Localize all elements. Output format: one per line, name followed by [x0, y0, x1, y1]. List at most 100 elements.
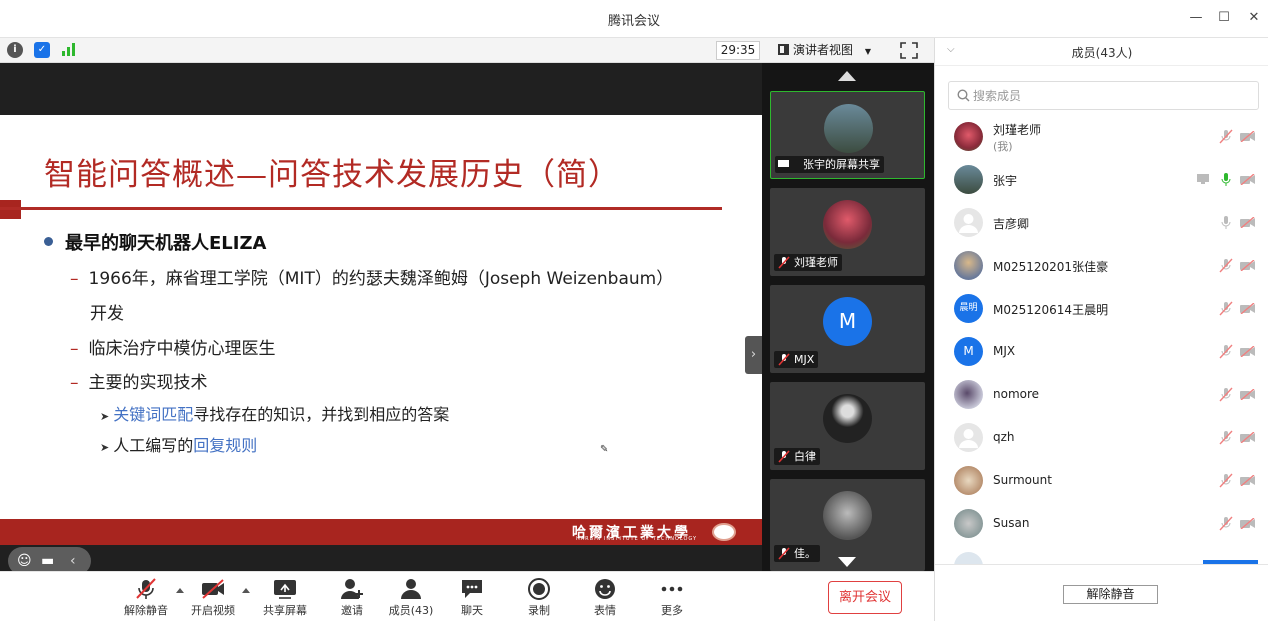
meeting-window: 腾讯会议 — ☐ ✕ i ✓ 29:35 演讲者视图 ▼ 智能问答概述—问答技术…: [0, 0, 1268, 621]
avatar: [954, 552, 983, 564]
share-screen-button[interactable]: 共享屏幕: [255, 578, 315, 618]
member-name: qzh: [993, 430, 1015, 444]
video-tile[interactable]: 刘瑾老师: [770, 188, 925, 276]
camera-off-icon[interactable]: [1240, 260, 1255, 271]
smile-icon: [595, 579, 615, 599]
main-area: i ✓ 29:35 演讲者视图 ▼ 智能问答概述—问答技术发展历史（简） 最早的…: [0, 38, 934, 575]
chevron-down-icon: ▼: [864, 47, 871, 56]
avatar: [954, 122, 983, 151]
member-row[interactable]: 张宇: [935, 159, 1268, 202]
member-sub: (我): [993, 140, 1013, 153]
sub-bullet-1-line2: 开发: [90, 304, 124, 324]
unmute-button[interactable]: 解除静音: [116, 578, 176, 618]
school-name-en: HARBIN INSTITUTE OF TECHNOLOGY: [576, 536, 698, 542]
sub-sub-bullet-1: ➤ 关键词匹配寻找存在的知识，并找到相应的答案: [100, 405, 450, 424]
sub-bullet-2: – 临床治疗中模仿心理医生: [70, 339, 276, 359]
avatar: [954, 466, 983, 495]
camera-off-icon[interactable]: [1240, 432, 1255, 443]
sub-bullet-3: – 主要的实现技术: [70, 373, 208, 393]
member-row[interactable]: M MJX: [935, 331, 1268, 374]
sub-sub-bullet-1-rest: 寻找存在的知识，并找到相应的答案: [193, 405, 450, 424]
shield-icon[interactable]: ✓: [34, 42, 50, 58]
meeting-timer: 29:35: [716, 41, 760, 60]
video-label: 佳。: [774, 545, 820, 562]
invite-button[interactable]: 邀请: [322, 578, 382, 618]
member-row[interactable]: nomore: [935, 374, 1268, 417]
emoji-button[interactable]: 表情: [575, 578, 635, 618]
mic-muted-icon[interactable]: [1219, 344, 1233, 359]
mic-muted-icon[interactable]: [1219, 473, 1233, 488]
video-label: 刘瑾老师: [774, 254, 842, 271]
video-tile[interactable]: 白律: [770, 382, 925, 470]
main-bullet-text: 最早的聊天机器人ELIZA: [65, 233, 267, 254]
avatar: [954, 208, 983, 237]
sub-bullet-1: –1966年，麻省理工学院（MIT）的约瑟夫魏泽鲍姆（Joseph Weizen…: [70, 269, 674, 289]
start-video-button[interactable]: 开启视频: [183, 578, 243, 618]
view-selector[interactable]: 演讲者视图 ▼: [778, 41, 871, 60]
signal-icon[interactable]: [62, 43, 76, 56]
mic-on-icon[interactable]: [1219, 172, 1233, 187]
member-row[interactable]: Susan: [935, 503, 1268, 546]
info-icon[interactable]: i: [7, 42, 23, 58]
minimize-button[interactable]: —: [1186, 8, 1206, 28]
mic-muted-icon[interactable]: [1219, 301, 1233, 316]
mic-muted-icon: [778, 353, 790, 366]
member-row[interactable]: M025120201张佳豪: [935, 245, 1268, 288]
mic-muted-icon[interactable]: [1219, 387, 1233, 402]
camera-off-icon[interactable]: [1240, 475, 1255, 486]
more-button[interactable]: 更多: [642, 578, 702, 618]
camera-off-icon[interactable]: [1240, 346, 1255, 357]
avatar: [823, 200, 872, 249]
leave-meeting-button[interactable]: 离开会议: [828, 581, 902, 614]
members-button[interactable]: 成员(43): [381, 578, 441, 618]
member-row[interactable]: 吉彦卿: [935, 202, 1268, 245]
chat-bubble-icon[interactable]: ▬: [41, 553, 54, 569]
video-tile[interactable]: 张宇的屏幕共享: [770, 91, 925, 179]
close-button[interactable]: ✕: [1244, 8, 1264, 28]
keyword-match-text: 关键词匹配: [113, 405, 194, 424]
chevron-left-icon[interactable]: ‹: [70, 553, 76, 569]
mic-muted-icon[interactable]: [1219, 430, 1233, 445]
member-name: 刘瑾老师: [993, 123, 1042, 137]
member-row[interactable]: qzh: [935, 417, 1268, 460]
camera-off-icon[interactable]: [1240, 217, 1255, 228]
camera-off-icon[interactable]: [1240, 389, 1255, 400]
video-tile[interactable]: M MJX: [770, 285, 925, 373]
slide-title: 智能问答概述—问答技术发展历史（简）: [44, 157, 620, 193]
expand-sidebar-button[interactable]: ›: [745, 336, 762, 374]
unmute-all-button[interactable]: 解除静音: [1063, 585, 1158, 604]
member-row[interactable]: 晨明 M025120614王晨明: [935, 288, 1268, 331]
member-row[interactable]: 刘瑾老师 (我): [935, 116, 1268, 159]
camera-off-icon[interactable]: [1240, 131, 1255, 142]
record-icon: [528, 578, 550, 600]
smile-icon[interactable]: ☺: [17, 553, 32, 569]
mic-muted-icon[interactable]: [1219, 516, 1233, 531]
member-row[interactable]: Surmount: [935, 460, 1268, 503]
fullscreen-icon[interactable]: [900, 42, 918, 59]
mic-muted-icon: [136, 578, 156, 599]
avatar: [954, 423, 983, 452]
mic-muted-icon[interactable]: [1219, 258, 1233, 273]
search-input[interactable]: [973, 86, 1253, 106]
chat-button[interactable]: 聊天: [442, 578, 502, 618]
camera-off-icon[interactable]: [1240, 303, 1255, 314]
record-button[interactable]: 录制: [509, 578, 569, 618]
scroll-down-icon[interactable]: [838, 557, 856, 567]
mic-icon[interactable]: [1219, 215, 1233, 230]
sub-bullet-3-text: 主要的实现技术: [88, 373, 208, 393]
video-options-caret[interactable]: [242, 588, 250, 593]
reply-rules-text: 回复规则: [193, 436, 258, 455]
member-search[interactable]: [948, 81, 1259, 110]
video-label: 张宇的屏幕共享: [775, 156, 884, 173]
camera-off-icon[interactable]: [1240, 174, 1255, 185]
video-label: 白律: [774, 448, 820, 465]
mic-muted-icon: [778, 450, 790, 463]
camera-off-icon[interactable]: [1240, 518, 1255, 529]
main-bullet: 最早的聊天机器人ELIZA: [44, 229, 266, 255]
sub-sub-bullet-2: ➤ 人工编写的回复规则: [100, 436, 258, 455]
video-label: MJX: [774, 351, 819, 368]
mic-muted-icon[interactable]: [1219, 129, 1233, 144]
maximize-button[interactable]: ☐: [1214, 8, 1234, 28]
member-name: Susan: [993, 516, 1030, 530]
scroll-up-icon[interactable]: [838, 71, 856, 81]
